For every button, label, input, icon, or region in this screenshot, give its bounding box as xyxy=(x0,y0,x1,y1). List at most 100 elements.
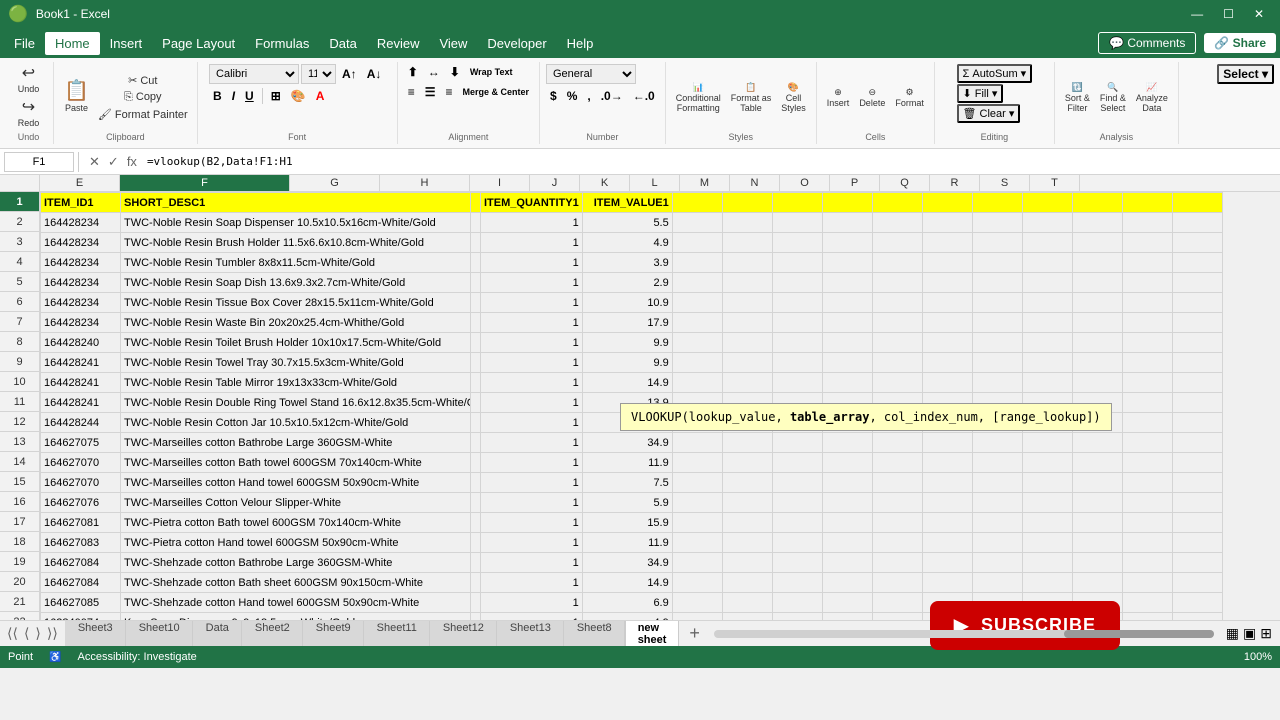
table-cell[interactable] xyxy=(672,433,722,453)
sheet-tab-Sheet13[interactable]: Sheet13 xyxy=(497,620,564,646)
table-cell[interactable] xyxy=(471,453,481,473)
table-cell[interactable] xyxy=(822,353,872,373)
row-num-4[interactable]: 4 xyxy=(0,252,39,272)
row-num-21[interactable]: 21 xyxy=(0,592,39,612)
table-cell[interactable]: TWC-Noble Resin Towel Tray 30.7x15.5x3cm… xyxy=(121,353,471,373)
sheet-tab-first-button[interactable]: ⟨⟨ xyxy=(4,625,21,642)
table-cell[interactable] xyxy=(1172,253,1222,273)
table-cell[interactable] xyxy=(1022,273,1072,293)
table-cell[interactable] xyxy=(972,453,1022,473)
table-cell[interactable]: 164627081 xyxy=(41,513,121,533)
align-top-button[interactable]: ⬆ xyxy=(404,64,422,80)
sheet-tab-Sheet9[interactable]: Sheet9 xyxy=(303,620,364,646)
table-cell[interactable] xyxy=(822,313,872,333)
table-cell[interactable] xyxy=(471,593,481,613)
table-cell[interactable] xyxy=(922,333,972,353)
table-cell[interactable] xyxy=(1022,313,1072,333)
table-cell[interactable] xyxy=(872,473,922,493)
table-cell[interactable] xyxy=(722,433,772,453)
table-cell[interactable] xyxy=(972,493,1022,513)
table-cell[interactable]: 164627076 xyxy=(41,493,121,513)
table-cell[interactable] xyxy=(471,373,481,393)
table-cell[interactable]: 1 xyxy=(481,433,583,453)
table-cell[interactable] xyxy=(922,433,972,453)
redo-button[interactable]: ↪Redo xyxy=(14,98,44,130)
sheet-tab-new-sheet[interactable]: new sheet xyxy=(625,620,680,646)
table-cell[interactable] xyxy=(471,353,481,373)
borders-button[interactable]: ⊞ xyxy=(267,88,285,104)
table-cell[interactable] xyxy=(471,553,481,573)
page-break-view-button[interactable]: ⊞ xyxy=(1260,625,1272,642)
percent-button[interactable]: % xyxy=(563,88,582,104)
table-cell[interactable] xyxy=(471,293,481,313)
table-cell[interactable] xyxy=(722,453,772,473)
table-cell[interactable]: 34.9 xyxy=(582,553,672,573)
table-cell[interactable] xyxy=(722,313,772,333)
row-num-18[interactable]: 18 xyxy=(0,532,39,552)
table-cell[interactable] xyxy=(1122,473,1172,493)
table-cell[interactable]: 2.9 xyxy=(582,273,672,293)
table-cell[interactable] xyxy=(922,513,972,533)
table-cell[interactable] xyxy=(1072,453,1122,473)
menu-item-file[interactable]: File xyxy=(4,32,45,55)
table-cell[interactable] xyxy=(822,533,872,553)
table-row[interactable]: 164428241TWC-Noble Resin Towel Tray 30.7… xyxy=(41,353,1223,373)
table-cell[interactable]: 164428234 xyxy=(41,213,121,233)
font-size-decrease-button[interactable]: A↓ xyxy=(363,66,386,82)
table-cell[interactable] xyxy=(872,253,922,273)
col-header-K[interactable]: K xyxy=(580,175,630,191)
table-cell[interactable] xyxy=(822,433,872,453)
underline-button[interactable]: U xyxy=(241,88,258,104)
table-cell[interactable]: 164428241 xyxy=(41,393,121,413)
table-cell[interactable] xyxy=(471,213,481,233)
table-cell[interactable]: 11.9 xyxy=(582,533,672,553)
table-row[interactable]: 164428234TWC-Noble Resin Tissue Box Cove… xyxy=(41,293,1223,313)
table-cell[interactable] xyxy=(672,473,722,493)
table-cell[interactable] xyxy=(972,233,1022,253)
table-cell[interactable] xyxy=(822,513,872,533)
table-cell[interactable] xyxy=(1122,293,1172,313)
table-cell[interactable] xyxy=(922,293,972,313)
row-num-6[interactable]: 6 xyxy=(0,292,39,312)
sheet-tab-prev-button[interactable]: ⟨ xyxy=(21,625,32,642)
table-cell[interactable] xyxy=(972,293,1022,313)
table-row[interactable]: 164627070TWC-Marseilles cotton Hand towe… xyxy=(41,473,1223,493)
table-cell[interactable] xyxy=(822,553,872,573)
table-cell[interactable] xyxy=(1172,273,1222,293)
table-cell[interactable] xyxy=(672,293,722,313)
col-header-J[interactable]: J xyxy=(530,175,580,191)
table-cell[interactable] xyxy=(471,233,481,253)
col-header-I[interactable]: I xyxy=(470,175,530,191)
clear-button[interactable]: 🗑 Clear ▾ xyxy=(957,104,1021,123)
table-row[interactable]: ITEM_ID1SHORT_DESC1ITEM_QUANTITY1ITEM_VA… xyxy=(41,193,1223,213)
insert-function-button[interactable]: fx xyxy=(125,154,139,169)
row-num-3[interactable]: 3 xyxy=(0,232,39,252)
align-middle-button[interactable]: ↔ xyxy=(424,64,444,80)
table-cell[interactable] xyxy=(672,533,722,553)
table-cell[interactable] xyxy=(1072,533,1122,553)
table-cell[interactable]: 17.9 xyxy=(582,313,672,333)
table-cell[interactable] xyxy=(1122,453,1172,473)
autosum-button[interactable]: Σ AutoSum ▾ xyxy=(957,64,1033,83)
table-cell[interactable] xyxy=(872,433,922,453)
table-cell[interactable] xyxy=(722,493,772,513)
table-cell[interactable] xyxy=(1122,313,1172,333)
table-row[interactable]: 164428234TWC-Noble Resin Waste Bin 20x20… xyxy=(41,313,1223,333)
table-cell[interactable]: TWC-Noble Resin Tissue Box Cover 28x15.5… xyxy=(121,293,471,313)
table-cell[interactable]: TWC-Noble Resin Toilet Brush Holder 10x1… xyxy=(121,333,471,353)
row-num-9[interactable]: 9 xyxy=(0,352,39,372)
table-cell[interactable] xyxy=(672,313,722,333)
table-cell[interactable]: 1 xyxy=(481,413,583,433)
table-cell[interactable]: 1 xyxy=(481,253,583,273)
table-cell[interactable] xyxy=(722,353,772,373)
table-cell[interactable] xyxy=(672,273,722,293)
table-cell[interactable] xyxy=(1072,313,1122,333)
table-cell[interactable] xyxy=(722,513,772,533)
table-cell[interactable]: 14.9 xyxy=(582,373,672,393)
table-cell[interactable]: 14.9 xyxy=(582,573,672,593)
select-button[interactable]: Select ▾ xyxy=(1217,64,1274,84)
row-num-10[interactable]: 10 xyxy=(0,372,39,392)
table-cell[interactable] xyxy=(922,233,972,253)
table-cell[interactable] xyxy=(471,413,481,433)
table-cell[interactable]: 10.9 xyxy=(582,293,672,313)
